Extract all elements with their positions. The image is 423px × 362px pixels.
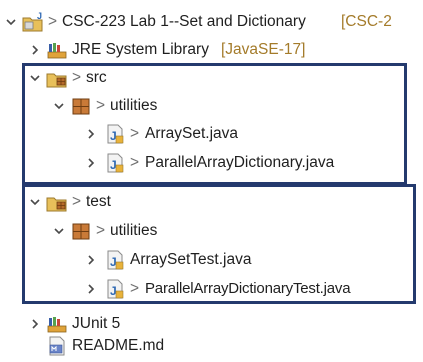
jre-library-tag: [JavaSE-17] <box>221 41 306 58</box>
chevron-right-icon[interactable] <box>84 246 98 274</box>
parallel-array-dictionary-test-name: ParallelArrayDictionaryTest.java <box>145 280 351 297</box>
tree-item-src-utilities-package[interactable]: > utilities <box>0 92 400 120</box>
tree-item-test-utilities-package[interactable]: > utilities <box>0 217 400 245</box>
source-folder-icon <box>46 67 68 89</box>
svg-text:J: J <box>110 284 117 298</box>
test-decorator: > <box>72 193 82 210</box>
svg-text:J: J <box>110 158 117 172</box>
library-icon <box>46 39 68 61</box>
package-icon <box>70 95 92 117</box>
source-folder-icon <box>46 191 68 213</box>
markdown-file-icon <box>46 335 68 357</box>
package-icon <box>70 220 92 242</box>
chevron-right-icon[interactable] <box>84 120 98 148</box>
svg-text:J: J <box>110 255 117 269</box>
tree-item-jre-library[interactable]: JRE System Library [JavaSE-17] <box>0 36 423 64</box>
package-explorer-tree: J > CSC-223 Lab 1--Set and Dictionary [C… <box>0 0 423 360</box>
svg-text:J: J <box>37 11 42 21</box>
java-file-icon: J <box>104 278 126 300</box>
test-name: test <box>86 193 111 210</box>
test-utilities-decorator: > <box>96 222 106 239</box>
chevron-right-icon[interactable] <box>28 36 42 64</box>
project-tag: [CSC-2 <box>341 13 392 30</box>
tree-item-parallel-array-dictionary-test-java[interactable]: J > ParallelArrayDictionaryTest.java <box>0 275 410 303</box>
src-utilities-decorator: > <box>96 97 106 114</box>
arrayset-name: ArraySet.java <box>145 125 239 142</box>
tree-item-parallel-array-dictionary-java[interactable]: J > ParallelArrayDictionary.java <box>0 149 400 177</box>
tree-item-readme-md[interactable]: README.md <box>0 332 423 360</box>
java-project-icon: J <box>22 11 44 33</box>
src-decorator: > <box>72 69 82 86</box>
java-file-icon: J <box>104 152 126 174</box>
tree-item-project[interactable]: J > CSC-223 Lab 1--Set and Dictionary [C… <box>0 8 423 36</box>
readme-name: README.md <box>72 337 165 354</box>
arraysettest-name: ArraySetTest.java <box>130 251 252 268</box>
arrayset-decorator: > <box>130 125 140 142</box>
chevron-down-icon[interactable] <box>52 92 66 120</box>
chevron-down-icon[interactable] <box>52 217 66 245</box>
src-name: src <box>86 69 107 86</box>
src-utilities-name: utilities <box>110 97 158 114</box>
tree-item-src-folder[interactable]: > src <box>0 64 400 92</box>
project-decorator: > <box>48 13 58 30</box>
project-name: CSC-223 Lab 1--Set and Dictionary <box>62 13 306 30</box>
parallel-array-dictionary-decorator: > <box>130 154 140 171</box>
tree-item-arraysettest-java[interactable]: J ArraySetTest.java <box>0 246 400 274</box>
parallel-array-dictionary-test-decorator: > <box>130 280 140 297</box>
tree-item-arrayset-java[interactable]: J > ArraySet.java <box>0 120 400 148</box>
chevron-right-icon[interactable] <box>84 275 98 303</box>
chevron-right-icon[interactable] <box>84 149 98 177</box>
java-file-icon: J <box>104 249 126 271</box>
chevron-down-icon[interactable] <box>28 188 42 216</box>
parallel-array-dictionary-name: ParallelArrayDictionary.java <box>145 154 335 171</box>
test-utilities-name: utilities <box>110 222 158 239</box>
java-file-icon: J <box>104 123 126 145</box>
tree-item-test-folder[interactable]: > test <box>0 188 400 216</box>
jre-library-name: JRE System Library <box>72 41 209 58</box>
chevron-down-icon[interactable] <box>28 64 42 92</box>
svg-text:J: J <box>110 129 117 143</box>
chevron-down-icon[interactable] <box>4 8 18 36</box>
